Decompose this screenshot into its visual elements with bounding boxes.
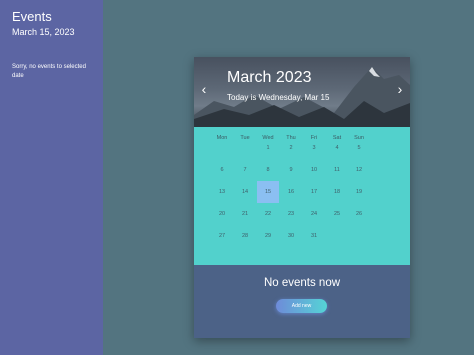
day-cell[interactable]: 13 [211,181,233,203]
day-cell-selected[interactable]: 15 [257,181,279,203]
day-cell[interactable]: 12 [348,159,370,181]
day-cell[interactable]: 26 [348,203,370,225]
prev-month-button[interactable]: ‹ [198,82,210,96]
day-cell[interactable]: 18 [326,181,348,203]
day-cell[interactable]: 5 [348,137,370,159]
day-cell[interactable]: 25 [326,203,348,225]
day-cell[interactable]: 22 [257,203,279,225]
day-cell[interactable]: 29 [257,225,279,247]
day-cell[interactable]: 9 [280,159,302,181]
day-cell[interactable]: 21 [234,203,256,225]
no-events-message: Sorry, no events to selected date [12,64,86,79]
no-events-text: No events now [263,277,341,289]
mountain-background [194,67,410,127]
selected-date: March 15, 2023 [12,27,75,37]
day-cell[interactable]: 1 [257,137,279,159]
chevron-left-icon: ‹ [201,81,207,97]
day-cell[interactable]: 20 [211,203,233,225]
day-cell[interactable]: 31 [303,225,325,247]
day-cell[interactable]: 24 [303,203,325,225]
chevron-right-icon: › [397,81,403,97]
today-label: Today is Wednesday, Mar 15 [227,93,330,102]
day-cell[interactable]: 10 [303,159,325,181]
day-cell[interactable]: 27 [211,225,233,247]
day-cell[interactable]: 3 [303,137,325,159]
add-event-button[interactable]: Add new [276,299,327,313]
calendar-grid: Mon Tue Wed Thu Fri Sat Sun 1 2 3 4 5 6 7 8 9 10 11 12 13 14… [194,127,410,265]
day-cell[interactable]: 23 [280,203,302,225]
day-cell[interactable]: 8 [257,159,279,181]
sidebar: Events March 15, 2023 Sorry, no events t… [0,0,103,355]
day-cell[interactable]: 17 [303,181,325,203]
day-cell[interactable]: 30 [280,225,302,247]
day-cell[interactable]: 2 [280,137,302,159]
day-cell[interactable]: 28 [234,225,256,247]
day-cell[interactable]: 16 [280,181,302,203]
next-month-button[interactable]: › [394,82,406,96]
sidebar-title: Events [12,9,52,24]
calendar-header: ‹ › March 2023 Today is Wednesday, Mar 1… [194,57,410,127]
month-title: March 2023 [227,69,312,86]
weekday-tue: Tue [240,135,250,141]
day-cell[interactable]: 4 [326,137,348,159]
day-cell[interactable]: 19 [348,181,370,203]
day-cell[interactable]: 6 [211,159,233,181]
day-cell[interactable]: 11 [326,159,348,181]
calendar-card: ‹ › March 2023 Today is Wednesday, Mar 1… [194,57,410,338]
day-cell[interactable]: 7 [234,159,256,181]
weekday-mon: Mon [216,135,228,141]
day-cell[interactable]: 14 [234,181,256,203]
events-panel: No events now Add new [194,265,410,338]
